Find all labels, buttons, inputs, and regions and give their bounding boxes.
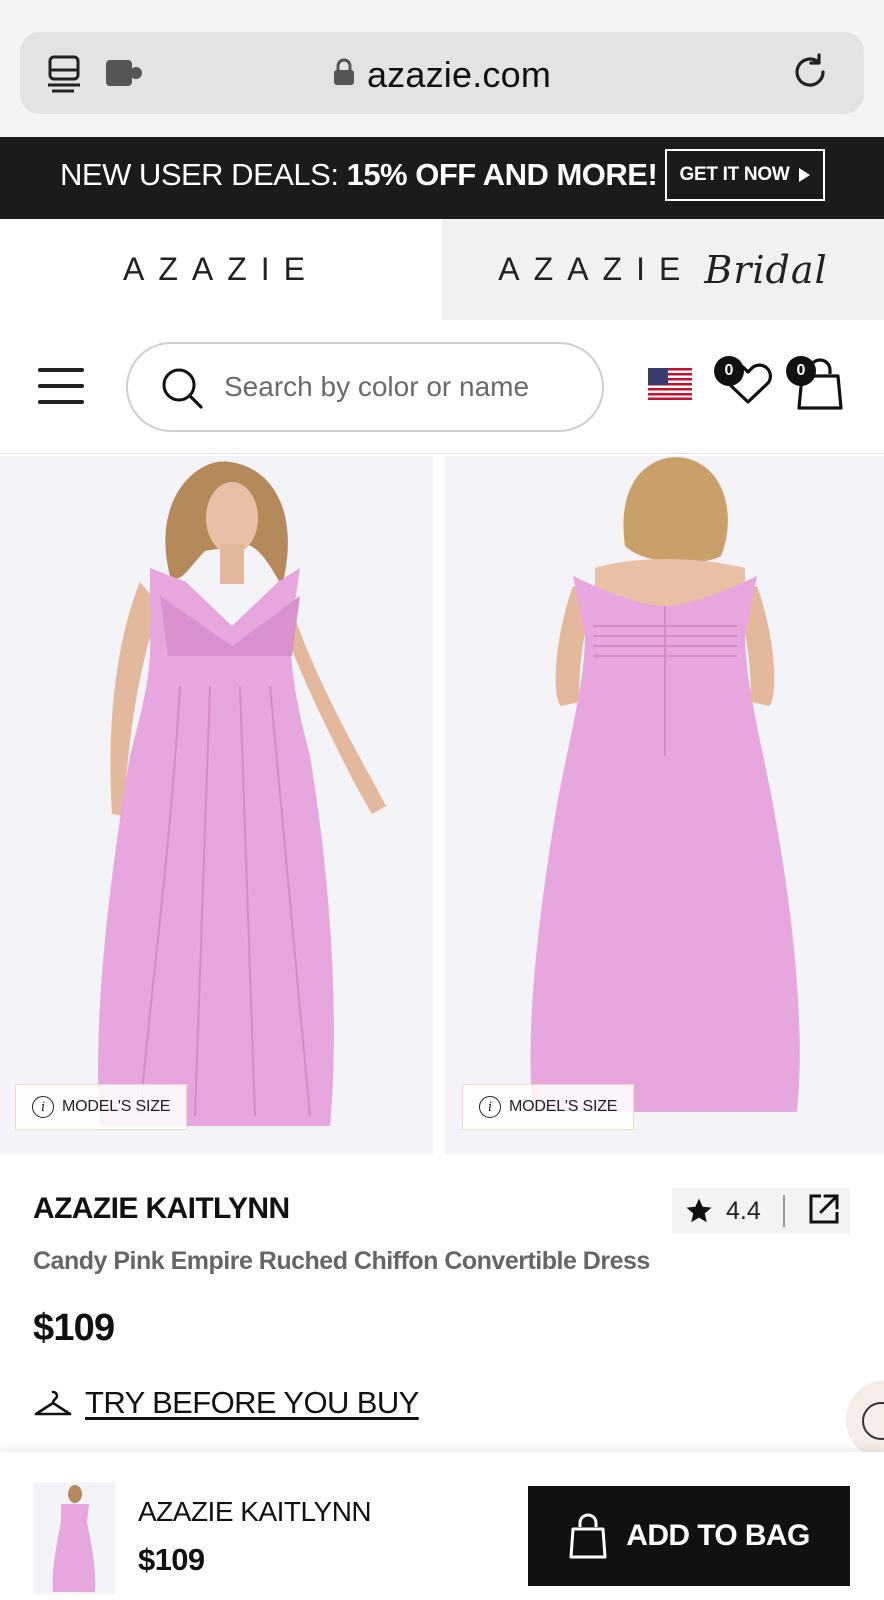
url-display[interactable]: azazie.com [20, 54, 864, 96]
get-it-now-label: GET IT NOW [679, 164, 790, 185]
play-arrow-icon [799, 168, 811, 182]
hanger-icon [34, 1390, 72, 1416]
product-thumbnail [33, 1482, 115, 1594]
promo-banner[interactable]: NEW USER DEALS: 15% OFF AND MORE! GET IT… [0, 137, 884, 219]
star-icon [686, 1198, 712, 1223]
shopping-bag-icon [569, 1513, 607, 1559]
brand-tabs: AZAZIE AZAZIE Bridal [0, 219, 884, 320]
menu-icon[interactable] [38, 368, 84, 404]
rating-divider [782, 1195, 785, 1227]
get-it-now-button[interactable]: GET IT NOW [665, 149, 825, 201]
info-icon: i [32, 1096, 54, 1118]
promo-text: NEW USER DEALS: 15% OFF AND MORE! [60, 157, 658, 193]
url-text: azazie.com [366, 54, 552, 95]
search-icon[interactable] [160, 366, 204, 415]
chat-icon [862, 1402, 884, 1440]
promo-text-prefix: NEW USER DEALS: [60, 157, 339, 192]
tab-azazie-bridal[interactable]: AZAZIE Bridal [442, 219, 884, 320]
sticky-product-price: $109 [138, 1542, 205, 1577]
tab-azazie[interactable]: AZAZIE [0, 219, 442, 320]
product-description: Candy Pink Empire Ruched Chiffon Convert… [33, 1247, 650, 1275]
promo-text-bold: 15% OFF AND MORE! [346, 157, 658, 192]
bridal-script-logo: Bridal [704, 247, 828, 292]
address-bar[interactable]: azazie.com [20, 32, 864, 114]
add-to-bag-label: ADD TO BAG [626, 1519, 810, 1552]
info-icon: i [479, 1096, 501, 1118]
product-photo-back[interactable]: i MODEL'S SIZE [445, 456, 884, 1154]
product-name: AZAZIE KAITLYNN [33, 1192, 290, 1225]
chat-button[interactable] [846, 1380, 884, 1460]
rating-box[interactable]: 4.4 [672, 1188, 850, 1234]
cart-count-badge: 0 [786, 356, 816, 386]
site-header: 0 0 [0, 320, 884, 454]
search-input[interactable] [224, 360, 584, 414]
azazie-logo: AZAZIE [122, 251, 319, 287]
azazie-bridal-logo-word: AZAZIE [498, 251, 695, 287]
model-size-label: MODEL'S SIZE [509, 1098, 618, 1115]
product-photo-front[interactable]: i MODEL'S SIZE [0, 456, 433, 1154]
product-price: $109 [33, 1307, 115, 1349]
add-to-bag-button[interactable]: ADD TO BAG [528, 1486, 850, 1586]
cart-button[interactable]: 0 [786, 356, 848, 412]
reload-icon[interactable] [790, 52, 830, 97]
model-size-button[interactable]: i MODEL'S SIZE [462, 1084, 635, 1130]
product-gallery: i MODEL'S SIZE i MODEL'S SIZE [0, 456, 884, 1154]
search-box[interactable] [126, 342, 604, 432]
try-before-you-buy-link[interactable]: TRY BEFORE YOU BUY [33, 1385, 419, 1421]
rating-value: 4.4 [726, 1196, 761, 1225]
sticky-add-to-bag-bar: AZAZIE KAITLYNN $109 ADD TO BAG [0, 1452, 884, 1600]
us-flag-icon[interactable] [648, 368, 692, 400]
try-before-you-buy-label: TRY BEFORE YOU BUY [85, 1385, 419, 1420]
model-size-button[interactable]: i MODEL'S SIZE [15, 1084, 188, 1130]
sticky-product-name: AZAZIE KAITLYNN [138, 1496, 372, 1527]
wishlist-button[interactable]: 0 [714, 356, 772, 408]
model-size-label: MODEL'S SIZE [62, 1098, 171, 1115]
browser-toolbar: azazie.com [0, 0, 884, 137]
lock-icon [333, 53, 355, 95]
wishlist-count-badge: 0 [714, 356, 744, 386]
share-icon[interactable] [807, 1192, 841, 1231]
